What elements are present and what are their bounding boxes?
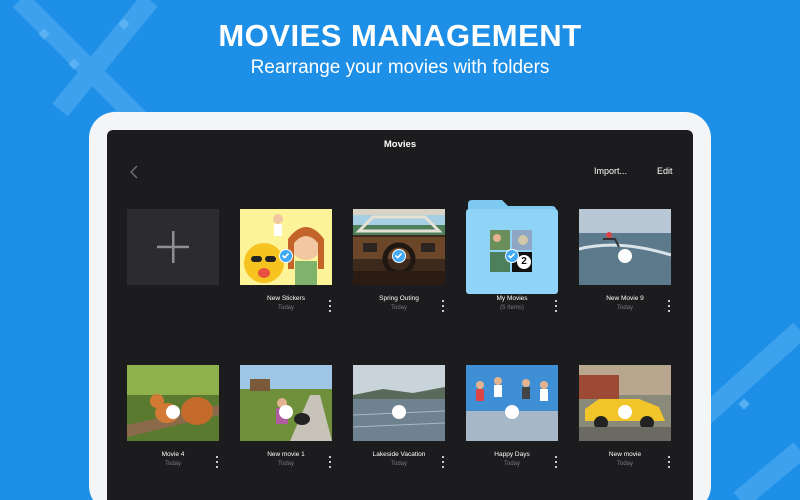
movie-thumbnail[interactable] [466, 365, 558, 441]
folder-thumbnail[interactable]: 2 [466, 200, 558, 294]
import-button[interactable]: Import... [594, 166, 627, 176]
movie-title: New movie 1 [267, 451, 305, 458]
more-options-icon[interactable] [440, 300, 446, 312]
movie-date: Today [164, 461, 181, 467]
hero-subtitle: Rearrange your movies with folders [250, 57, 550, 78]
unselected-marker-icon [166, 405, 180, 419]
movie-date: Today [616, 461, 633, 467]
lake-art [353, 365, 445, 441]
jumping-people-art [466, 365, 558, 441]
movie-thumbnail[interactable] [240, 365, 332, 441]
movie-date: Today [390, 461, 407, 467]
app-screen: Movies Import... Edit New Stickers Today… [107, 130, 693, 500]
boat-cockpit-art [353, 209, 445, 285]
selected-check-icon [392, 249, 406, 263]
back-button[interactable] [127, 164, 141, 180]
page-title: Movies [383, 139, 417, 150]
unselected-marker-icon [279, 405, 293, 419]
more-options-icon[interactable] [327, 300, 333, 312]
movie-date: Today [277, 461, 294, 467]
sticker-art [240, 209, 332, 285]
more-options-icon[interactable] [553, 456, 559, 468]
unselected-marker-icon [505, 405, 519, 419]
squirrel-art [127, 365, 219, 441]
movie-thumbnail[interactable] [579, 209, 671, 285]
folder-title: My Movies [496, 295, 528, 302]
movie-thumbnail[interactable] [353, 365, 445, 441]
more-options-icon[interactable] [214, 456, 220, 468]
movie-title: Lakeside Vacation [372, 451, 426, 458]
field-art [240, 365, 332, 441]
movie-date: Today [616, 305, 633, 311]
movie-title: Movie 4 [161, 451, 185, 458]
plus-icon [157, 231, 189, 263]
movie-title: New movie [608, 451, 642, 458]
more-options-icon[interactable] [327, 456, 333, 468]
item-count-badge: 2 [517, 255, 531, 269]
movie-title: New Stickers [267, 295, 305, 302]
movie-thumbnail[interactable] [240, 209, 332, 285]
folder-icon [466, 200, 558, 294]
movie-date: Today [277, 305, 294, 311]
unselected-marker-icon [618, 249, 632, 263]
add-movie-button[interactable] [127, 209, 219, 285]
movie-title: Spring Outing [379, 295, 419, 302]
yellow-car-art [579, 365, 671, 441]
hero-title: MOVIES MANAGEMENT [218, 18, 582, 53]
selected-check-icon [279, 249, 293, 263]
movie-thumbnail[interactable] [579, 365, 671, 441]
movie-date: Today [503, 461, 520, 467]
more-options-icon[interactable] [440, 456, 446, 468]
chevron-left-icon [130, 165, 138, 179]
more-options-icon[interactable] [666, 456, 672, 468]
waterski-art [579, 209, 671, 285]
folder-item-count: (5 Items) [500, 305, 524, 311]
movie-date: Today [390, 305, 407, 311]
more-options-icon[interactable] [666, 300, 672, 312]
edit-button[interactable]: Edit [657, 166, 673, 176]
movie-title: New Movie 9 [606, 295, 644, 302]
movie-title: Happy Days [494, 451, 530, 458]
movie-thumbnail[interactable] [127, 365, 219, 441]
movie-thumbnail[interactable] [353, 209, 445, 285]
unselected-marker-icon [392, 405, 406, 419]
more-options-icon[interactable] [553, 300, 559, 312]
unselected-marker-icon [618, 405, 632, 419]
